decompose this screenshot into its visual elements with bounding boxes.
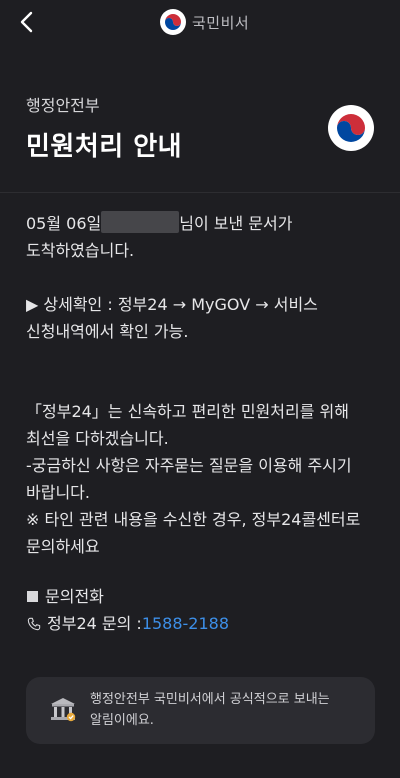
korea-government-emblem-icon bbox=[160, 9, 186, 35]
notice-line-2: 최선을 다하겠습니다. bbox=[26, 429, 169, 448]
detail-line-2: 신청내역에서 확인 가능. bbox=[26, 322, 189, 341]
korea-government-emblem-icon bbox=[328, 105, 374, 151]
notice-line-1: 「정부24」는 신속하고 편리한 민원처리를 위해 bbox=[26, 402, 349, 421]
detail-block: ▶ 상세확인 : 정부24 → MyGOV → 서비스 신청내역에서 확인 가능… bbox=[26, 291, 318, 345]
footer-line-1: 행정안전부 국민비서에서 공식적으로 보내는 bbox=[90, 692, 330, 707]
message-title: 민원처리 안내 bbox=[26, 132, 183, 162]
contact-block: 문의전화 정부24 문의 : 1588-2188 bbox=[26, 583, 229, 637]
divider bbox=[0, 192, 400, 193]
contact-phone-link[interactable]: 1588-2188 bbox=[142, 610, 229, 637]
notice-line-6: 문의하세요 bbox=[26, 537, 100, 556]
notice-line-5: ※ 타인 관련 내용을 수신한 경우, 정부24콜센터로 bbox=[26, 510, 361, 529]
phone-icon bbox=[27, 617, 41, 630]
contact-heading-line: 문의전화 bbox=[26, 583, 229, 610]
contact-label: 정부24 문의 : bbox=[47, 614, 142, 633]
date-text: 05월 06일 bbox=[26, 214, 102, 233]
contact-heading: 문의전화 bbox=[45, 587, 104, 606]
intro-line-2: 도착하였습니다. bbox=[26, 241, 135, 260]
message-body-intro: 05월 06일 님이 보낸 문서가 도착하였습니다. bbox=[26, 210, 292, 264]
intro-line-1: 05월 06일 님이 보낸 문서가 bbox=[26, 210, 292, 237]
notice-line-3: -궁금하신 사항은 자주묻는 질문을 이용해 주시기 bbox=[26, 456, 352, 475]
official-notice-card: 행정안전부 국민비서에서 공식적으로 보내는 알림이에요. bbox=[26, 677, 375, 744]
detail-line-1: ▶ 상세확인 : 정부24 → MyGOV → 서비스 bbox=[26, 295, 318, 314]
app-name: 국민비서 bbox=[192, 13, 250, 32]
sender-name: 행정안전부 bbox=[26, 96, 100, 115]
notice-block: 「정부24」는 신속하고 편리한 민원처리를 위해 최선을 다하겠습니다. -궁… bbox=[26, 398, 360, 560]
square-bullet-icon bbox=[27, 591, 38, 602]
intro-line-1-suffix: 님이 보낸 문서가 bbox=[179, 214, 293, 233]
top-bar: 국민비서 bbox=[0, 0, 400, 44]
official-notice-text: 행정안전부 국민비서에서 공식적으로 보내는 알림이에요. bbox=[90, 689, 330, 731]
redacted-name bbox=[101, 211, 180, 233]
footer-line-2: 알림이에요. bbox=[90, 713, 154, 728]
government-building-icon bbox=[51, 698, 76, 722]
app-brand: 국민비서 bbox=[160, 8, 249, 36]
notice-line-4: 바랍니다. bbox=[26, 483, 90, 502]
contact-phone-line: 정부24 문의 : 1588-2188 bbox=[26, 610, 229, 637]
chevron-left-icon[interactable] bbox=[14, 8, 40, 36]
